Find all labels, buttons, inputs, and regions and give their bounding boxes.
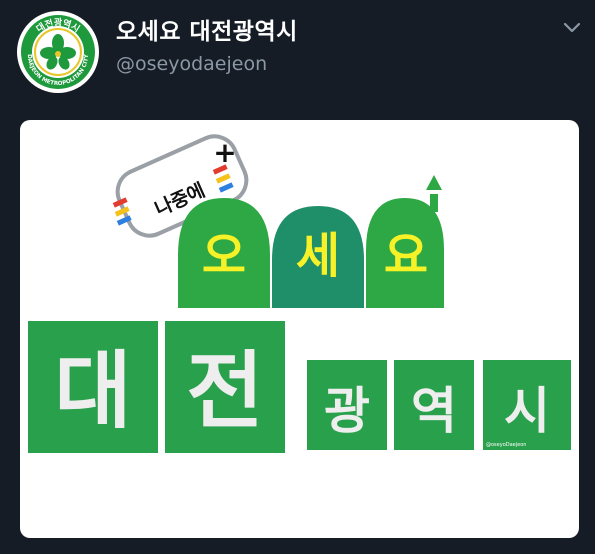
small-char-3: 시 bbox=[504, 382, 550, 440]
display-name[interactable]: 오세요 대전광역시 bbox=[116, 12, 298, 46]
user-handle[interactable]: @oseyodaejeon bbox=[116, 53, 267, 75]
small-tiles: 광 역 시 @oseyoDaejeon bbox=[307, 360, 571, 450]
big-char-1: 대 bbox=[54, 342, 131, 440]
headline-char-2: 세 bbox=[296, 228, 340, 284]
daejeon-seal-icon: 대전광역시 DAEJEON METROPOLITAN CITY bbox=[18, 12, 98, 92]
small-char-2: 역 bbox=[411, 382, 457, 440]
chevron-down-icon[interactable] bbox=[559, 14, 585, 40]
small-char-1: 광 bbox=[324, 382, 370, 440]
avatar[interactable]: 대전광역시 DAEJEON METROPOLITAN CITY bbox=[17, 11, 99, 93]
big-char-2: 전 bbox=[186, 342, 263, 440]
image-credit: @oseyoDaejeon bbox=[486, 442, 526, 448]
big-tiles: 대 전 bbox=[28, 321, 285, 453]
bubble-plus: + bbox=[213, 136, 236, 169]
tweet-image[interactable]: 나중에 + 오 세 요 대 전 광 역 시 @oseyoDaejeon bbox=[20, 120, 579, 538]
tweet-header: 대전광역시 DAEJEON METROPOLITAN CITY 오세요 대전광역… bbox=[0, 0, 595, 110]
headline-char-1: 오 bbox=[202, 228, 246, 284]
headline-char-3: 요 bbox=[384, 228, 428, 284]
